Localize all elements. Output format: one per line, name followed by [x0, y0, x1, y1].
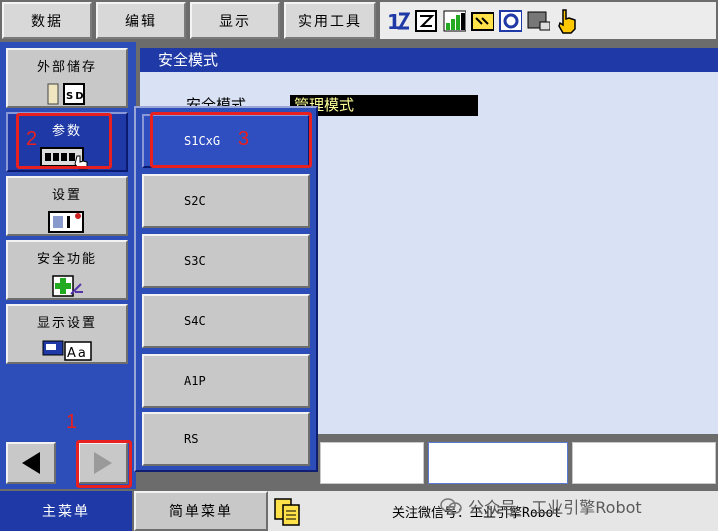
annotation-step-3: 3	[238, 128, 250, 150]
submenu-item-s4c[interactable]: S4C	[142, 294, 310, 348]
annotation-box-forward	[76, 440, 132, 488]
speed-icon	[442, 8, 466, 34]
svg-text:1: 1	[387, 10, 401, 34]
watermark-text: 公众号 · 工业引擎Robot	[468, 498, 642, 517]
tool-icon	[470, 8, 494, 34]
sd-card-icon: SD	[42, 81, 92, 105]
simple-menu-button[interactable]: 简单菜单	[134, 491, 268, 531]
input-box-3[interactable]	[572, 442, 716, 484]
teach-mode-icon	[414, 8, 438, 34]
external-memory-label: 外部储存	[36, 60, 97, 75]
clipboard-icon	[272, 495, 302, 527]
input-box-2[interactable]	[428, 442, 568, 484]
safety-function-button[interactable]: 安全功能	[6, 240, 128, 300]
annotation-step-2: 2	[26, 128, 38, 150]
submenu-item-a1p[interactable]: A1P	[142, 354, 310, 408]
annotation-box-s1cxg	[150, 112, 312, 168]
main-menu-button[interactable]: 主菜单	[0, 491, 132, 531]
svg-text:Aa: Aa	[67, 346, 88, 361]
cycle-icon	[498, 8, 522, 34]
safety-function-label: 安全功能	[36, 252, 97, 267]
display-menu-button[interactable]: 显示	[190, 2, 280, 39]
play-mode-icon	[526, 8, 550, 34]
window-title: 安全模式	[140, 48, 718, 72]
display-setting-label: 显示设置	[36, 316, 97, 331]
external-memory-button[interactable]: 外部储存 SD	[6, 48, 128, 108]
left-arrow-icon	[22, 452, 40, 474]
setup-label: 设置	[51, 188, 82, 203]
svg-text:SD: SD	[66, 91, 86, 102]
page-back-button[interactable]	[6, 442, 56, 484]
display-setting-icon: Aa	[39, 337, 95, 361]
coordinate-status-icon: 1	[386, 8, 410, 34]
setup-button[interactable]: 设置	[6, 176, 128, 236]
hand-pointer-icon	[554, 8, 578, 34]
annotation-step-1: 1	[66, 411, 78, 433]
data-menu-button[interactable]: 数据	[2, 2, 92, 39]
input-box-1[interactable]	[320, 442, 424, 484]
wechat-icon	[440, 498, 462, 514]
utility-menu-button[interactable]: 实用工具	[284, 2, 376, 39]
display-setting-button[interactable]: 显示设置 Aa	[6, 304, 128, 364]
edit-menu-button[interactable]: 编辑	[96, 2, 186, 39]
submenu-item-rs[interactable]: RS	[142, 412, 310, 466]
submenu-item-s2c[interactable]: S2C	[142, 174, 310, 228]
watermark: 公众号 · 工业引擎Robot	[440, 494, 642, 518]
status-icon-area: 1	[380, 2, 716, 39]
safety-icon	[47, 273, 87, 297]
setup-icon	[45, 209, 89, 233]
safety-mode-value[interactable]: 管理模式	[290, 95, 478, 116]
submenu-item-s3c[interactable]: S3C	[142, 234, 310, 288]
